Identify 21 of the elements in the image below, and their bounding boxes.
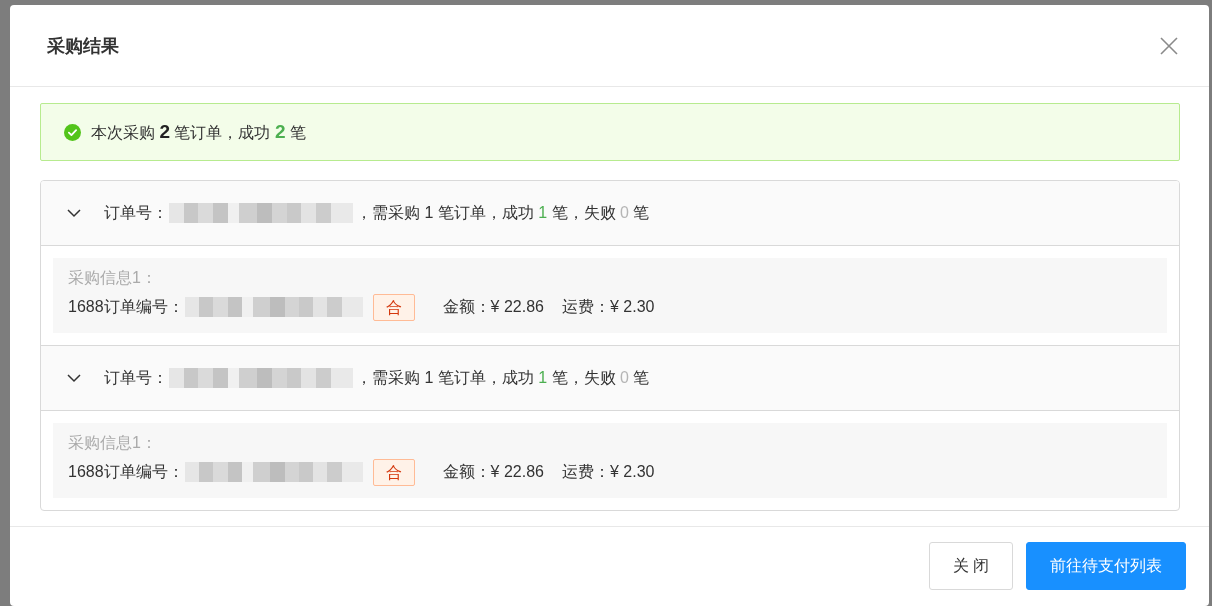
close-button[interactable]: 关 闭 [928,542,1013,590]
alert-message: 本次采购 2 笔订单，成功 2 笔 [91,120,306,144]
purchase-info-title: 采购信息1： [68,268,158,288]
amount-text: 金额：¥ 22.86 [442,296,544,317]
order-number-label: 订单号： [104,202,168,223]
freight-text: 运费：¥ 2.30 [562,461,655,482]
dialog-title: 采购结果 [47,34,119,58]
order-tag: 合 [372,293,415,321]
order-panel-header[interactable]: 订单号： ，需采购 1 笔订单，成功 1 笔，失败 0 笔 [41,346,1179,411]
order-number-label: 1688订单编号： [68,296,184,317]
freight-text: 运费：¥ 2.30 [562,296,655,317]
order-panel-header[interactable]: 订单号： ，需采购 1 笔订单，成功 1 笔，失败 0 笔 [41,181,1179,246]
order-number-label: 订单号： [104,367,168,388]
order-summary: ，需采购 1 笔订单，成功 1 笔，失败 0 笔 [356,367,650,388]
purchase-info-title: 采购信息1： [68,433,158,453]
amount-text: 金额：¥ 22.86 [442,461,544,482]
order-tag: 合 [372,458,415,486]
check-circle-icon [64,123,81,141]
order-number-label: 1688订单编号： [68,461,184,482]
close-icon[interactable] [1160,36,1178,55]
order-summary: ，需采购 1 笔订单，成功 1 笔，失败 0 笔 [356,202,650,223]
